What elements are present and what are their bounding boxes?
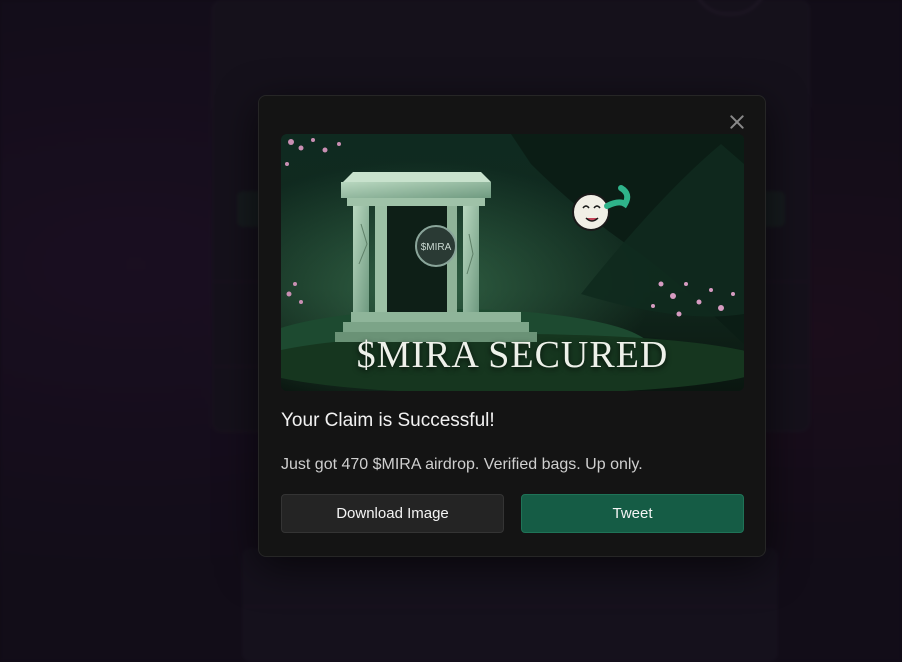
claim-success-modal: $MIRA $MIRA SECURED Your Claim is Succes… xyxy=(258,95,766,557)
download-image-button[interactable]: Download Image xyxy=(281,494,504,533)
hero-title: $MIRA SECURED xyxy=(356,334,669,376)
coin-label: $MIRA xyxy=(421,242,452,253)
close-icon[interactable] xyxy=(727,112,747,132)
hero-image: $MIRA $MIRA SECURED xyxy=(281,134,744,391)
modal-heading: Your Claim is Successful! xyxy=(281,410,495,431)
modal-message: Just got 470 $MIRA airdrop. Verified bag… xyxy=(281,456,643,473)
tweet-button[interactable]: Tweet xyxy=(521,494,744,533)
